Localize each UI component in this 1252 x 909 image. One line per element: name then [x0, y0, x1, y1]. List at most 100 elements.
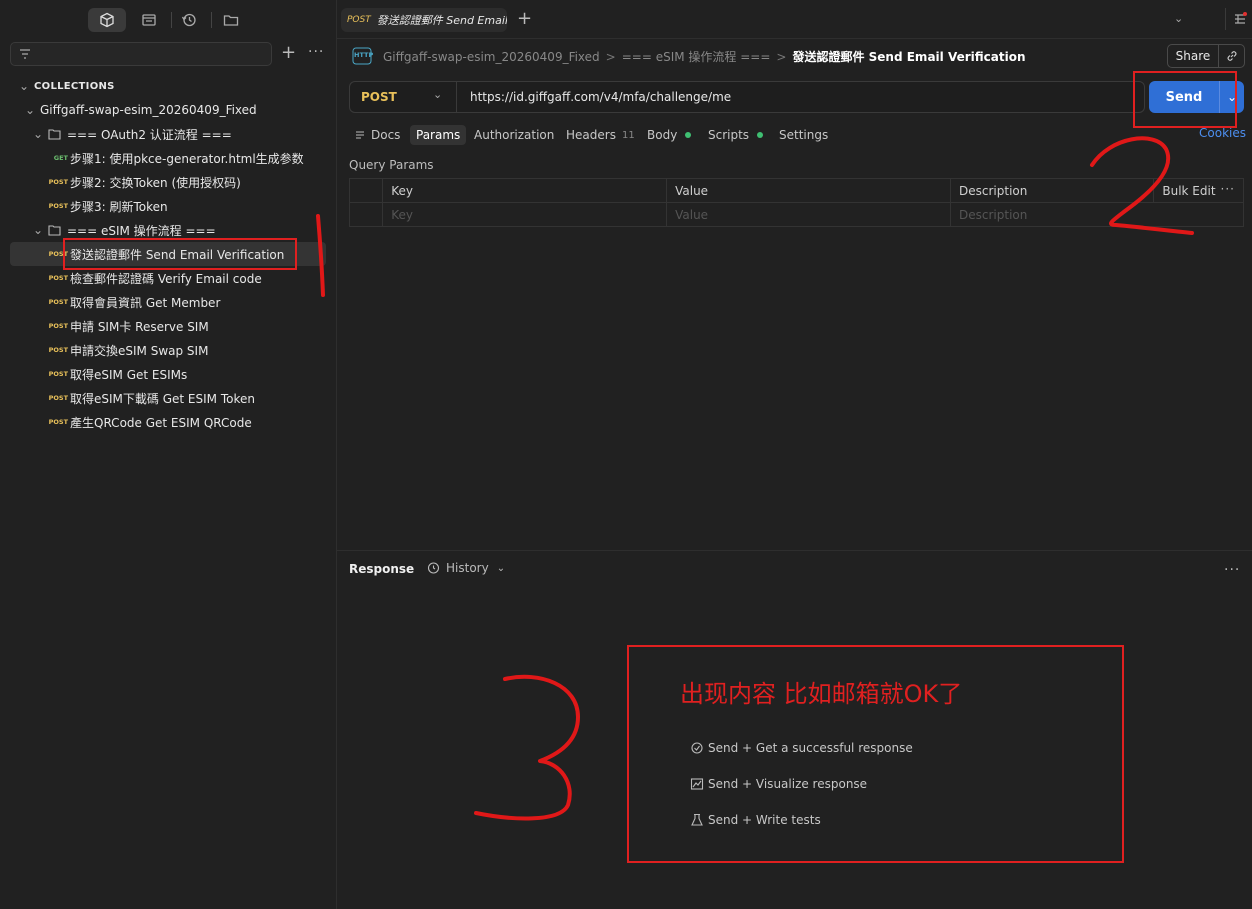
url-bar: POST ⌄ https://id.giffgaff.com/v4/mfa/ch…: [349, 81, 1145, 113]
http-icon: HTTP: [352, 47, 374, 65]
method-value: POST: [361, 90, 397, 104]
new-tab-icon[interactable]: +: [517, 9, 532, 29]
tab-body-label: Body: [647, 128, 678, 142]
request-item[interactable]: POST 步骤2: 交换Token (使用授权码): [10, 170, 326, 194]
tab-scripts-label: Scripts: [708, 128, 750, 142]
folder-oauth2[interactable]: ⌄ === OAuth2 认证流程 ===: [10, 122, 326, 146]
status-dot-icon: [685, 132, 692, 138]
history-dropdown[interactable]: History ⌄: [426, 561, 505, 575]
column-key: Key: [382, 178, 668, 203]
column-value: Value: [666, 178, 951, 203]
request-label: 取得會員資訊 Get Member: [70, 295, 221, 310]
chevron-down-icon: ⌄: [24, 103, 36, 117]
environments-icon[interactable]: [130, 8, 168, 32]
request-label: 申請交換eSIM Swap SIM: [70, 343, 209, 358]
request-label: 步骤1: 使用pkce-generator.html生成参数: [70, 151, 304, 166]
method-badge: GET: [53, 154, 68, 162]
more-options-icon[interactable]: ···: [1221, 182, 1235, 196]
http-badge-label: HTTP: [354, 51, 374, 59]
method-badge: POST: [48, 298, 68, 306]
more-options-icon[interactable]: ···: [1224, 562, 1240, 578]
breadcrumb-collection[interactable]: Giffgaff-swap-esim_20260409_Fixed: [383, 50, 600, 64]
folder-label: === OAuth2 认证流程 ===: [67, 127, 232, 142]
checkbox-column: [348, 178, 384, 203]
annotation-text: 出现内容 比如邮箱就OK了: [680, 680, 963, 708]
layout-icon[interactable]: [1233, 12, 1247, 26]
method-badge: POST: [48, 370, 68, 378]
collection-name: Giffgaff-swap-esim_20260409_Fixed: [40, 103, 257, 117]
more-options-icon[interactable]: ···: [308, 43, 324, 61]
request-item[interactable]: POST 取得eSIM下載碼 Get ESIM Token: [10, 386, 326, 410]
method-badge: POST: [48, 202, 68, 210]
method-badge: POST: [48, 322, 68, 330]
sidebar: + ··· ⌄ COLLECTIONS ⌄ Giffgaff-swap-esim…: [0, 0, 337, 909]
annotation-box-2: [1133, 71, 1237, 128]
share-button[interactable]: Share: [1168, 45, 1219, 67]
request-label: 檢查郵件認證碼 Verify Email code: [70, 271, 262, 286]
breadcrumb-folder[interactable]: === eSIM 操作流程 ===: [622, 48, 771, 65]
tab-scripts[interactable]: Scripts: [708, 125, 764, 145]
tab-headers[interactable]: Headers 11: [566, 125, 635, 145]
folder-icon: [48, 225, 61, 236]
history-icon[interactable]: [170, 8, 208, 32]
response-title: Response: [349, 562, 415, 576]
breadcrumb-separator: >: [776, 49, 787, 64]
request-label: 步骤2: 交换Token (使用授权码): [70, 175, 241, 190]
collections-header[interactable]: ⌄ COLLECTIONS: [10, 74, 326, 98]
request-item[interactable]: POST 取得eSIM Get ESIMs: [10, 362, 326, 386]
annotation-box-1: [63, 238, 297, 270]
chevron-down-icon: ⌄: [496, 562, 506, 574]
request-label: 申請 SIM卡 Reserve SIM: [70, 319, 209, 334]
handwritten-mark-1: [316, 214, 325, 297]
collections-icon[interactable]: [88, 8, 126, 32]
breadcrumb: Giffgaff-swap-esim_20260409_Fixed > === …: [383, 48, 1026, 65]
request-item[interactable]: POST 申請 SIM卡 Reserve SIM: [10, 314, 326, 338]
add-collection-icon[interactable]: +: [281, 44, 296, 62]
request-label: 取得eSIM Get ESIMs: [70, 367, 188, 382]
tab-docs-label: Docs: [371, 128, 401, 142]
history-icon: [427, 562, 440, 574]
method-badge: POST: [48, 418, 68, 426]
request-item[interactable]: POST 申請交換eSIM Swap SIM: [10, 338, 326, 362]
filter-input[interactable]: [10, 42, 272, 66]
key-input[interactable]: Key: [382, 202, 668, 227]
status-dot-icon: [757, 132, 764, 138]
filter-icon: [20, 49, 30, 59]
request-item[interactable]: POST 取得會員資訊 Get Member: [10, 290, 326, 314]
tab-authorization[interactable]: Authorization: [474, 125, 554, 145]
request-item[interactable]: POST 產生QRCode Get ESIM QRCode: [10, 410, 326, 434]
request-label: 步骤3: 刷新Token: [70, 199, 168, 214]
tab-body[interactable]: Body: [647, 125, 692, 145]
history-label: History: [446, 561, 489, 575]
value-input[interactable]: Value: [666, 202, 951, 227]
url-input[interactable]: https://id.giffgaff.com/v4/mfa/challenge…: [470, 90, 731, 104]
chevron-down-icon: ⌄: [433, 88, 443, 101]
method-badge: POST: [48, 394, 68, 402]
collection-item[interactable]: ⌄ Giffgaff-swap-esim_20260409_Fixed: [10, 98, 326, 122]
request-item[interactable]: POST 步骤3: 刷新Token: [10, 194, 326, 218]
method-badge: POST: [48, 274, 68, 282]
chevron-down-icon[interactable]: ⌄: [1174, 12, 1183, 25]
link-icon[interactable]: [1219, 45, 1244, 67]
tab-docs[interactable]: Docs: [355, 125, 400, 145]
breadcrumb-request: 發送認證郵件 Send Email Verification: [792, 50, 1026, 64]
chevron-down-icon: ⌄: [32, 127, 44, 141]
tab-title: 發送認證郵件 Send Email: [376, 14, 507, 27]
query-params-title: Query Params: [349, 158, 434, 172]
tab-headers-label: Headers: [566, 128, 616, 142]
method-badge: POST: [48, 346, 68, 354]
chevron-down-icon: ⌄: [32, 223, 44, 237]
tab-settings[interactable]: Settings: [779, 125, 828, 145]
chevron-down-icon: ⌄: [18, 79, 30, 93]
method-badge: POST: [48, 178, 68, 186]
request-tab[interactable]: POST 發送認證郵件 Send Email: [341, 8, 507, 32]
collections-header-label: COLLECTIONS: [34, 80, 115, 92]
docs-icon: [356, 131, 364, 139]
folder-icon: [48, 129, 61, 140]
folder-icon[interactable]: [212, 8, 250, 32]
tab-params[interactable]: Params: [410, 125, 467, 145]
handwritten-mark-2: [1090, 136, 1194, 235]
request-item[interactable]: GET 步骤1: 使用pkce-generator.html生成参数: [10, 146, 326, 170]
headers-count: 11: [621, 129, 635, 141]
method-select[interactable]: POST ⌄: [350, 82, 457, 112]
